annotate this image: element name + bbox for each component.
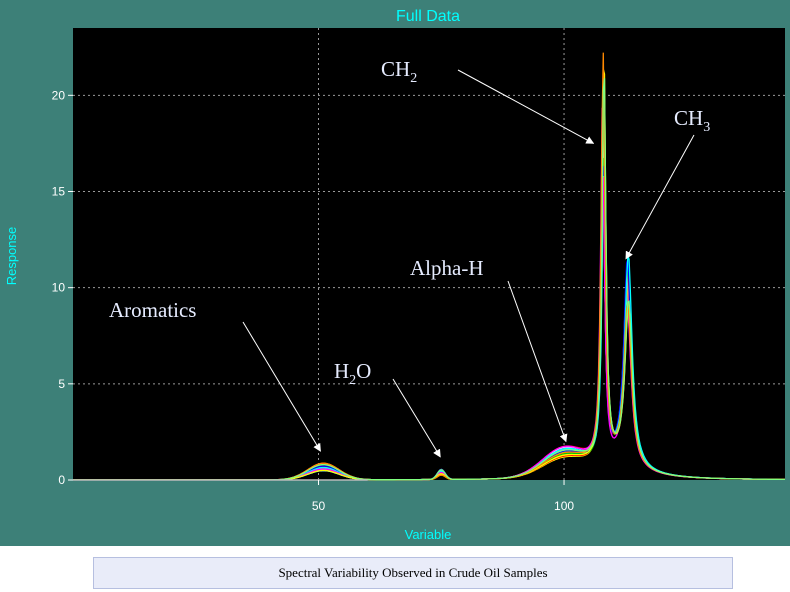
y-axis-label: Response [4, 227, 19, 286]
annotation-label: Alpha-H [410, 256, 483, 280]
spectrum-chart: 05101520 50 100 CH2CH3Alpha-HAromaticsH2O… [4, 8, 785, 542]
y-ticks: 0 5 10 15 20 [52, 88, 73, 487]
y-tick-label: 5 [58, 377, 65, 391]
y-tick-label: 15 [52, 184, 66, 198]
x-axis-label: Variable [405, 527, 452, 542]
y-tick-label: 10 [52, 281, 66, 295]
annotation-label: Aromatics [109, 298, 196, 322]
x-tick-label: 50 [312, 499, 326, 513]
y-tick-label: 0 [58, 473, 65, 487]
chart-title: Full Data [396, 8, 460, 25]
caption-box: Spectral Variability Observed in Crude O… [93, 557, 733, 589]
x-tick-label: 100 [554, 499, 574, 513]
y-tick-label: 20 [52, 88, 66, 102]
figure-caption: Spectral Variability Observed in Crude O… [278, 565, 548, 580]
x-ticks: 50 100 [312, 480, 574, 513]
